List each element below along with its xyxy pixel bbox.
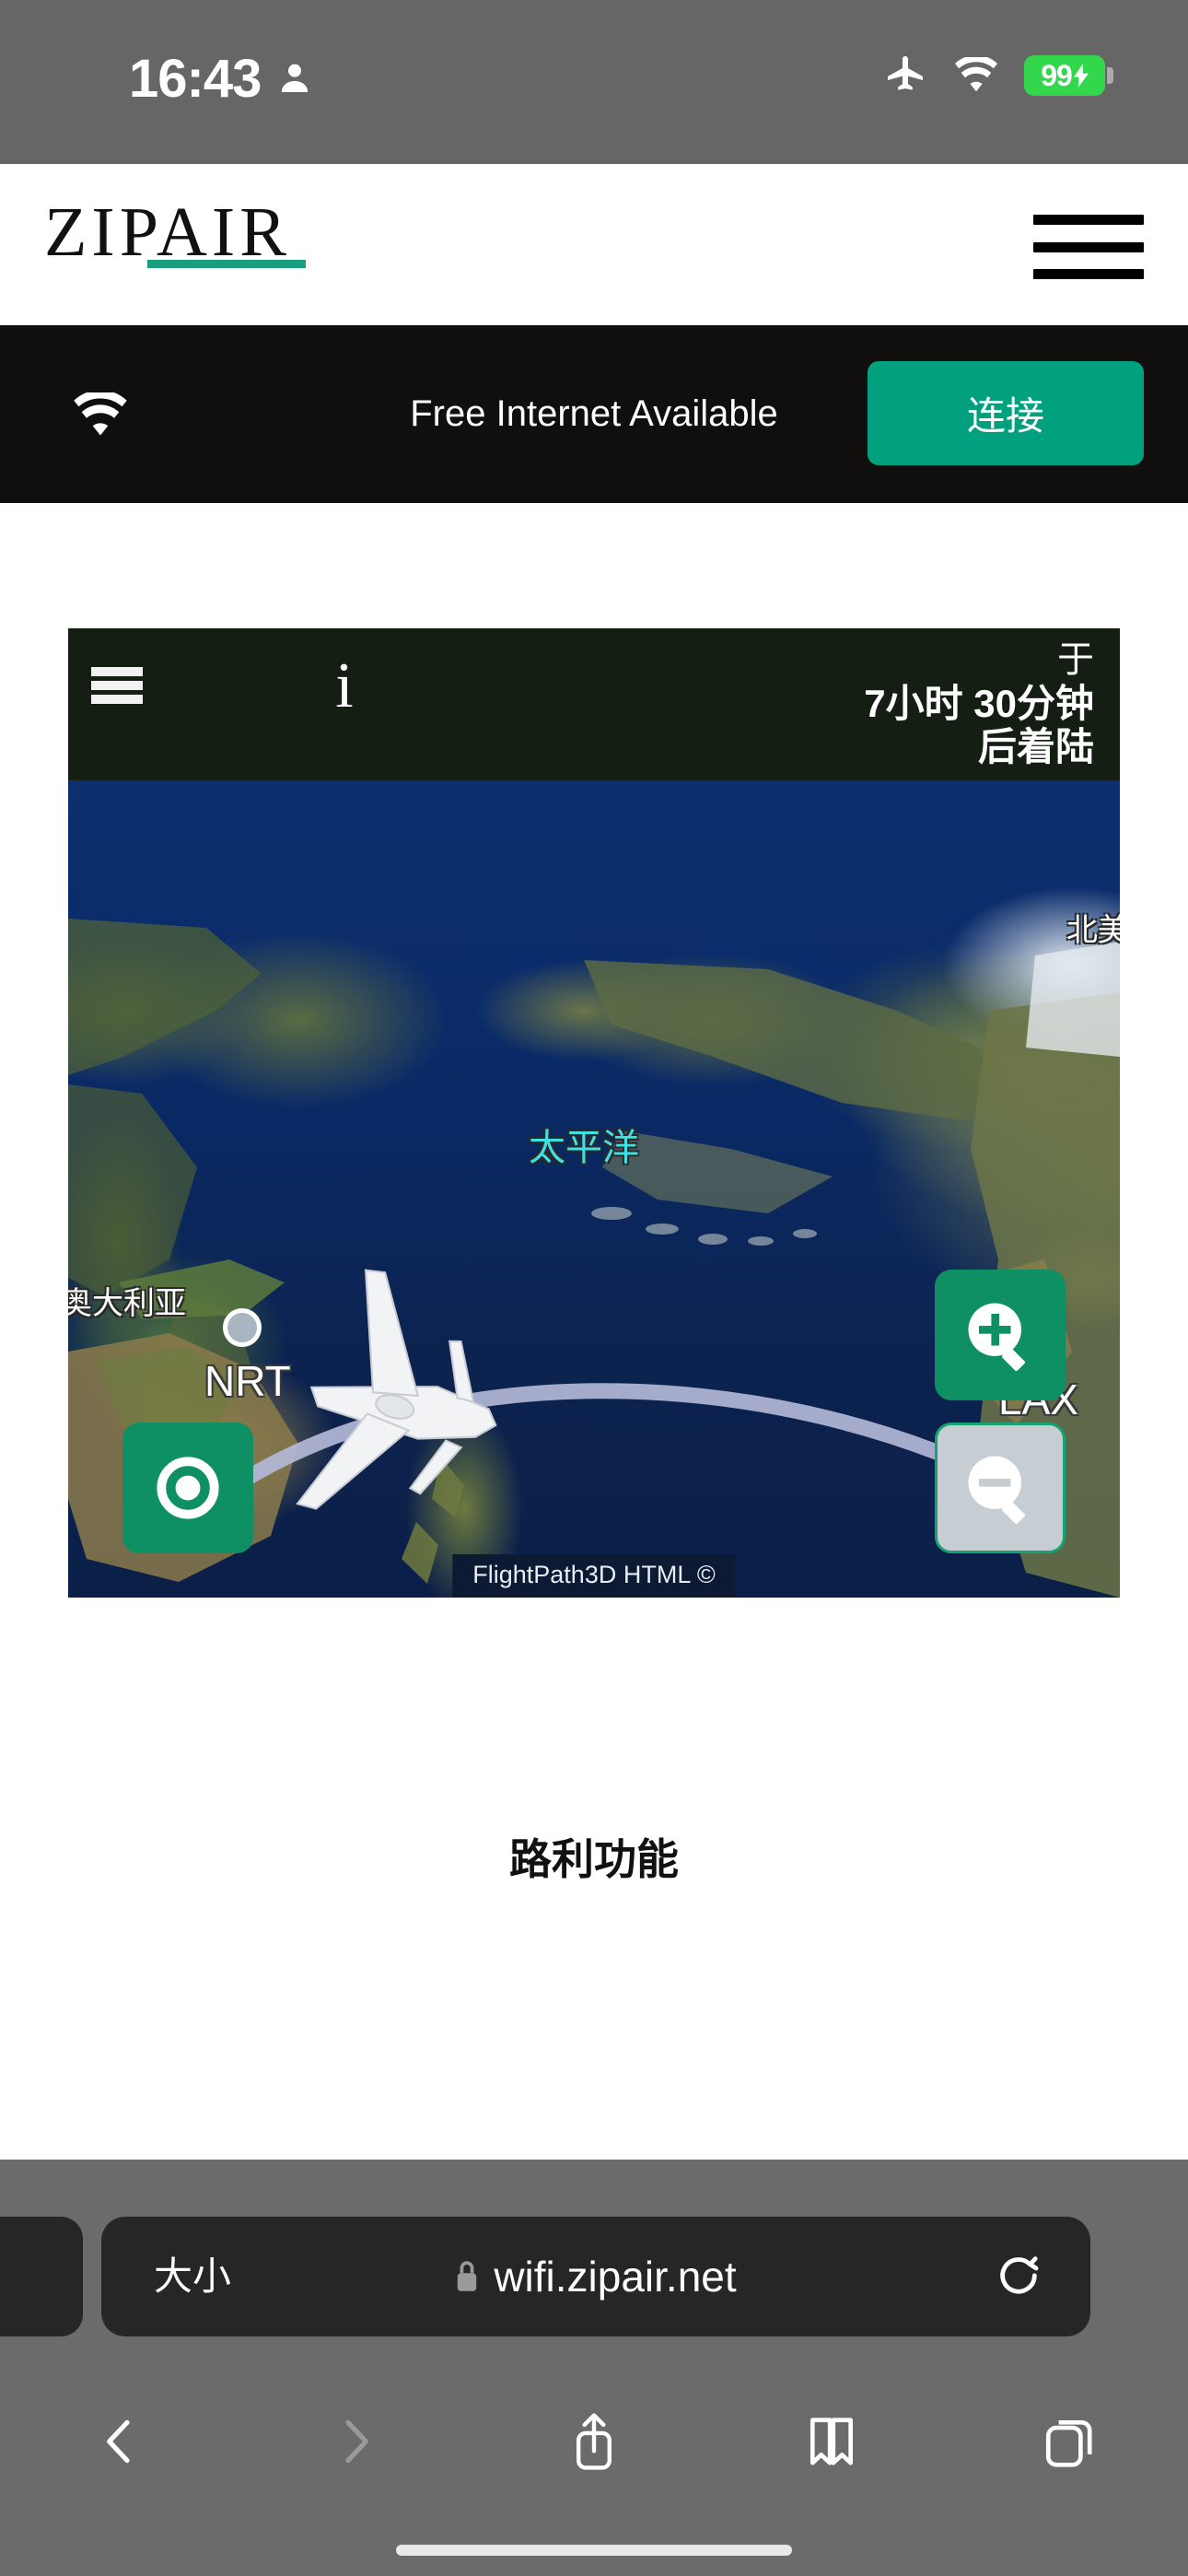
hamburger-bar xyxy=(1033,241,1144,252)
zoom-in-button[interactable] xyxy=(935,1270,1066,1400)
hamburger-bar xyxy=(1033,215,1144,225)
free-internet-banner: Free Internet Available 连接 xyxy=(0,325,1188,503)
hamburger-bar xyxy=(91,695,143,704)
battery-percent: 99 xyxy=(1041,59,1073,92)
forward-icon xyxy=(345,2419,368,2464)
map-topbar: i 于 7小时 30分钟 后着陆 xyxy=(68,628,1120,780)
connect-button[interactable]: 连接 xyxy=(868,361,1144,465)
origin-marker[interactable] xyxy=(223,1308,262,1347)
zoom-in-icon xyxy=(968,1303,1025,1372)
ios-status-bar: 16:43 99 xyxy=(0,0,1188,164)
url-display[interactable]: wifi.zipair.net xyxy=(101,2217,1090,2336)
below-map-heading: 路利功能 xyxy=(509,1835,679,1883)
forward-button[interactable] xyxy=(238,2408,475,2475)
eta-readout: 于 7小时 30分钟 后着陆 xyxy=(864,639,1094,769)
map-attribution: FlightPath3D HTML © xyxy=(452,1554,736,1598)
url-bar[interactable]: 大小 wifi.zipair.net xyxy=(101,2217,1090,2336)
tabs-button[interactable] xyxy=(950,2408,1188,2475)
eta-line-1: 于 xyxy=(1057,639,1094,680)
zipair-logo[interactable]: ZIPAIR xyxy=(44,197,291,267)
tabs-icon xyxy=(1045,2420,1092,2467)
zoom-out-icon xyxy=(968,1456,1025,1525)
zipair-logo-text: ZIPAIR xyxy=(44,193,291,271)
reload-icon[interactable] xyxy=(995,2254,1042,2301)
zoom-out-button[interactable] xyxy=(935,1423,1066,1553)
person-icon xyxy=(281,64,309,92)
back-icon xyxy=(107,2419,130,2464)
share-button[interactable] xyxy=(475,2408,713,2475)
map-label-north-america: 北美 xyxy=(1066,913,1120,948)
eta-line-3: 后着陆 xyxy=(977,725,1094,769)
flight-map-widget[interactable]: i 于 7小时 30分钟 后着陆 NRT 北美 太平洋 奥大利亚 FlightP… xyxy=(68,628,1120,1598)
airplane-mode-icon xyxy=(888,56,923,90)
map-label-australia: 奥大利亚 xyxy=(68,1286,186,1321)
zipair-logo-underline xyxy=(147,260,306,268)
adjacent-tab-peek[interactable] xyxy=(0,2217,83,2336)
back-button[interactable] xyxy=(0,2408,238,2475)
url-text: wifi.zipair.net xyxy=(494,2253,737,2301)
safari-toolbar xyxy=(0,2386,1188,2497)
bookmarks-icon xyxy=(810,2418,853,2465)
site-header: ZIPAIR xyxy=(0,164,1188,325)
charging-bolt-icon xyxy=(1073,64,1089,88)
map-menu-icon[interactable] xyxy=(91,667,143,704)
lock-icon xyxy=(458,2261,477,2291)
bookmarks-button[interactable] xyxy=(713,2408,950,2475)
map-label-pacific-ocean: 太平洋 xyxy=(529,1128,639,1168)
battery-indicator: 99 xyxy=(1024,55,1113,96)
hamburger-bar xyxy=(91,681,143,690)
hamburger-menu-icon[interactable] xyxy=(1033,215,1144,279)
target-icon xyxy=(157,1457,219,1519)
wifi-icon xyxy=(955,57,997,92)
safari-browser-chrome: 大小 wifi.zipair.net xyxy=(0,2160,1188,2576)
status-bar-clock: 16:43 xyxy=(129,49,262,109)
home-indicator xyxy=(396,2545,792,2556)
center-map-button[interactable] xyxy=(122,1423,253,1553)
map-satellite-canvas[interactable]: NRT LAX 北美 太平洋 奥大利亚 xyxy=(68,780,1120,1598)
status-bar-indicators: 99 xyxy=(884,53,1113,98)
eta-line-2: 7小时 30分钟 xyxy=(864,681,1094,725)
share-icon xyxy=(577,2413,611,2470)
map-info-icon[interactable]: i xyxy=(326,651,363,721)
hamburger-bar xyxy=(1033,269,1144,279)
hamburger-bar xyxy=(91,667,143,676)
